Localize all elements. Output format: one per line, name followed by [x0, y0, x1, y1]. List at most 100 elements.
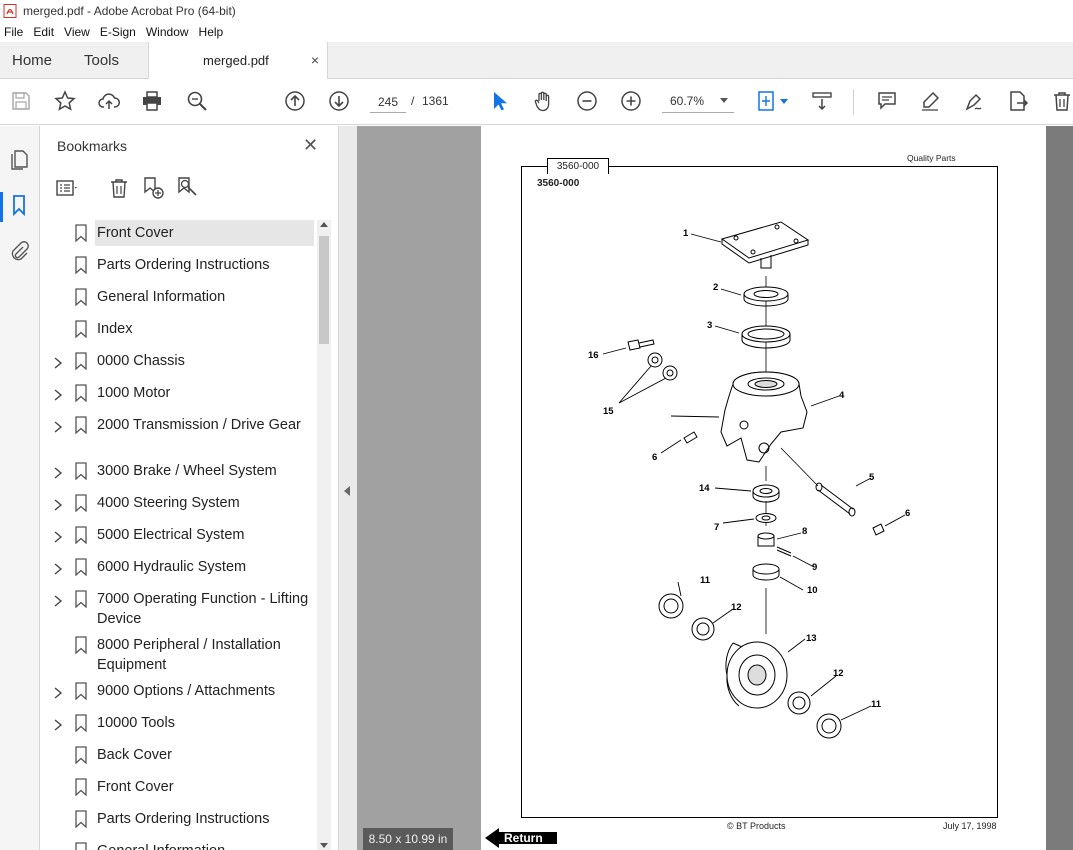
bookmark-item[interactable]: Index	[41, 316, 316, 348]
bookmark-item[interactable]: 7000 Operating Function - Lifting Device	[41, 586, 316, 632]
next-page-icon[interactable]	[327, 89, 351, 113]
chevron-right-icon[interactable]	[53, 687, 63, 699]
bookmark-label: General Information	[97, 289, 226, 305]
bookmark-item[interactable]: Front Cover	[41, 774, 316, 806]
new-bookmark-icon[interactable]	[141, 176, 165, 200]
comment-icon[interactable]	[875, 89, 899, 113]
callout-label: 11	[871, 699, 882, 710]
chevron-right-icon[interactable]	[53, 499, 63, 511]
navigation-rail	[0, 126, 40, 850]
zoom-level-dropdown[interactable]: 60.7%	[662, 91, 734, 113]
delete-icon[interactable]	[1050, 89, 1073, 113]
bookmark-item[interactable]: 4000 Steering System	[41, 490, 316, 522]
bookmark-item[interactable]: Front Cover	[41, 220, 316, 252]
chevron-right-icon[interactable]	[53, 595, 63, 607]
callout-label: 1	[683, 228, 689, 239]
menu-edit[interactable]: Edit	[29, 25, 60, 39]
zoom-out-icon[interactable]	[575, 89, 599, 113]
title-bar: merged.pdf - Adobe Acrobat Pro (64-bit)	[0, 0, 1073, 22]
bookmark-icon	[75, 462, 87, 480]
callout-label: 8	[802, 526, 807, 537]
bookmark-item[interactable]: Parts Ordering Instructions	[41, 806, 316, 838]
callout-label: 7	[714, 522, 719, 533]
active-indicator	[0, 192, 3, 222]
bookmark-item[interactable]: 2000 Transmission / Drive Gear	[41, 412, 316, 458]
select-cursor-icon[interactable]	[487, 89, 511, 113]
close-icon[interactable]: ✕	[303, 135, 318, 156]
callout-label: 9	[812, 562, 817, 573]
menu-file[interactable]: File	[0, 25, 29, 39]
export-pdf-icon[interactable]	[1006, 89, 1030, 113]
sign-icon[interactable]	[962, 89, 986, 113]
bookmark-icon	[75, 746, 87, 764]
tab-home[interactable]: Home	[12, 52, 52, 69]
return-button[interactable]: Return	[485, 827, 557, 849]
panel-splitter[interactable]	[339, 126, 357, 850]
chevron-right-icon[interactable]	[53, 467, 63, 479]
fit-chevron-icon[interactable]	[780, 99, 788, 104]
menu-window[interactable]: Window	[142, 25, 195, 39]
zoom-in-icon[interactable]	[619, 89, 643, 113]
fit-page-icon[interactable]	[755, 89, 779, 113]
document-scrollbar[interactable]	[1046, 126, 1073, 850]
chevron-right-icon[interactable]	[53, 719, 63, 731]
bookmark-item[interactable]: Parts Ordering Instructions	[41, 252, 316, 284]
bookmark-panel-icon[interactable]	[8, 194, 30, 216]
menu-esign[interactable]: E-Sign	[96, 25, 142, 39]
bookmark-item[interactable]: 8000 Peripheral / Installation Equipment	[41, 632, 316, 678]
chevron-right-icon[interactable]	[53, 357, 63, 369]
options-menu-icon[interactable]	[55, 176, 79, 200]
attachment-icon[interactable]	[8, 240, 30, 262]
highlight-pen-icon[interactable]	[918, 89, 942, 113]
bookmark-item[interactable]: 9000 Options / Attachments	[41, 678, 316, 710]
bookmarks-scrollbar[interactable]	[317, 220, 331, 850]
save-icon[interactable]	[9, 89, 33, 113]
delete-bookmark-icon[interactable]	[107, 176, 131, 200]
bookmark-item[interactable]: General Information	[41, 838, 316, 850]
scrollbar-thumb[interactable]	[319, 236, 329, 344]
page-thumbnails-icon[interactable]	[8, 148, 30, 170]
bookmark-label: 2000 Transmission / Drive Gear	[97, 417, 301, 433]
chevron-right-icon[interactable]	[53, 389, 63, 401]
chevron-right-icon[interactable]	[53, 563, 63, 575]
menu-help[interactable]: Help	[195, 25, 230, 39]
hand-tool-icon[interactable]	[531, 89, 555, 113]
bookmark-icon	[75, 682, 87, 700]
page-separator: /	[411, 94, 415, 108]
close-tab-icon[interactable]: ×	[311, 52, 319, 68]
scroll-up-icon[interactable]	[320, 222, 328, 227]
callout-label: 12	[833, 668, 844, 679]
print-icon[interactable]	[140, 89, 164, 113]
menu-view[interactable]: View	[60, 25, 96, 39]
tab-tools[interactable]: Tools	[84, 52, 119, 69]
bookmark-icon	[75, 558, 87, 576]
bookmark-icon	[75, 842, 87, 850]
pdf-page: 3560-000 Quality Parts 3560-000 1 2 3 16…	[481, 126, 1046, 850]
scroll-down-icon[interactable]	[320, 843, 328, 848]
cloud-upload-icon[interactable]	[97, 89, 121, 113]
document-view[interactable]: 3560-000 Quality Parts 3560-000 1 2 3 16…	[357, 126, 1073, 850]
bookmark-item[interactable]: Back Cover	[41, 742, 316, 774]
callout-label: 6	[652, 452, 657, 463]
star-icon[interactable]	[53, 89, 77, 113]
find-bookmark-icon[interactable]	[175, 176, 199, 200]
chevron-right-icon[interactable]	[53, 531, 63, 543]
bookmark-item[interactable]: 6000 Hydraulic System	[41, 554, 316, 586]
scrolling-mode-icon[interactable]	[810, 89, 834, 113]
bookmarks-list: Front Cover Parts Ordering Instructions Ge…	[41, 220, 316, 850]
bookmark-item[interactable]: 3000 Brake / Wheel System	[41, 458, 316, 490]
previous-page-icon[interactable]	[283, 89, 307, 113]
callout-label: 2	[713, 282, 718, 293]
bookmark-item[interactable]: 10000 Tools	[41, 710, 316, 742]
bookmark-item[interactable]: 0000 Chassis	[41, 348, 316, 380]
bookmark-label: 5000 Electrical System	[97, 527, 245, 543]
zoom-search-icon[interactable]	[185, 89, 209, 113]
callout-label: 13	[806, 633, 817, 644]
bookmark-item[interactable]: General Information	[41, 284, 316, 316]
page-number-input[interactable]	[370, 91, 406, 113]
tab-document[interactable]: merged.pdf ×	[148, 42, 328, 79]
collapse-panel-icon[interactable]	[344, 486, 350, 496]
bookmark-item[interactable]: 5000 Electrical System	[41, 522, 316, 554]
bookmark-item[interactable]: 1000 Motor	[41, 380, 316, 412]
chevron-right-icon[interactable]	[53, 421, 63, 433]
